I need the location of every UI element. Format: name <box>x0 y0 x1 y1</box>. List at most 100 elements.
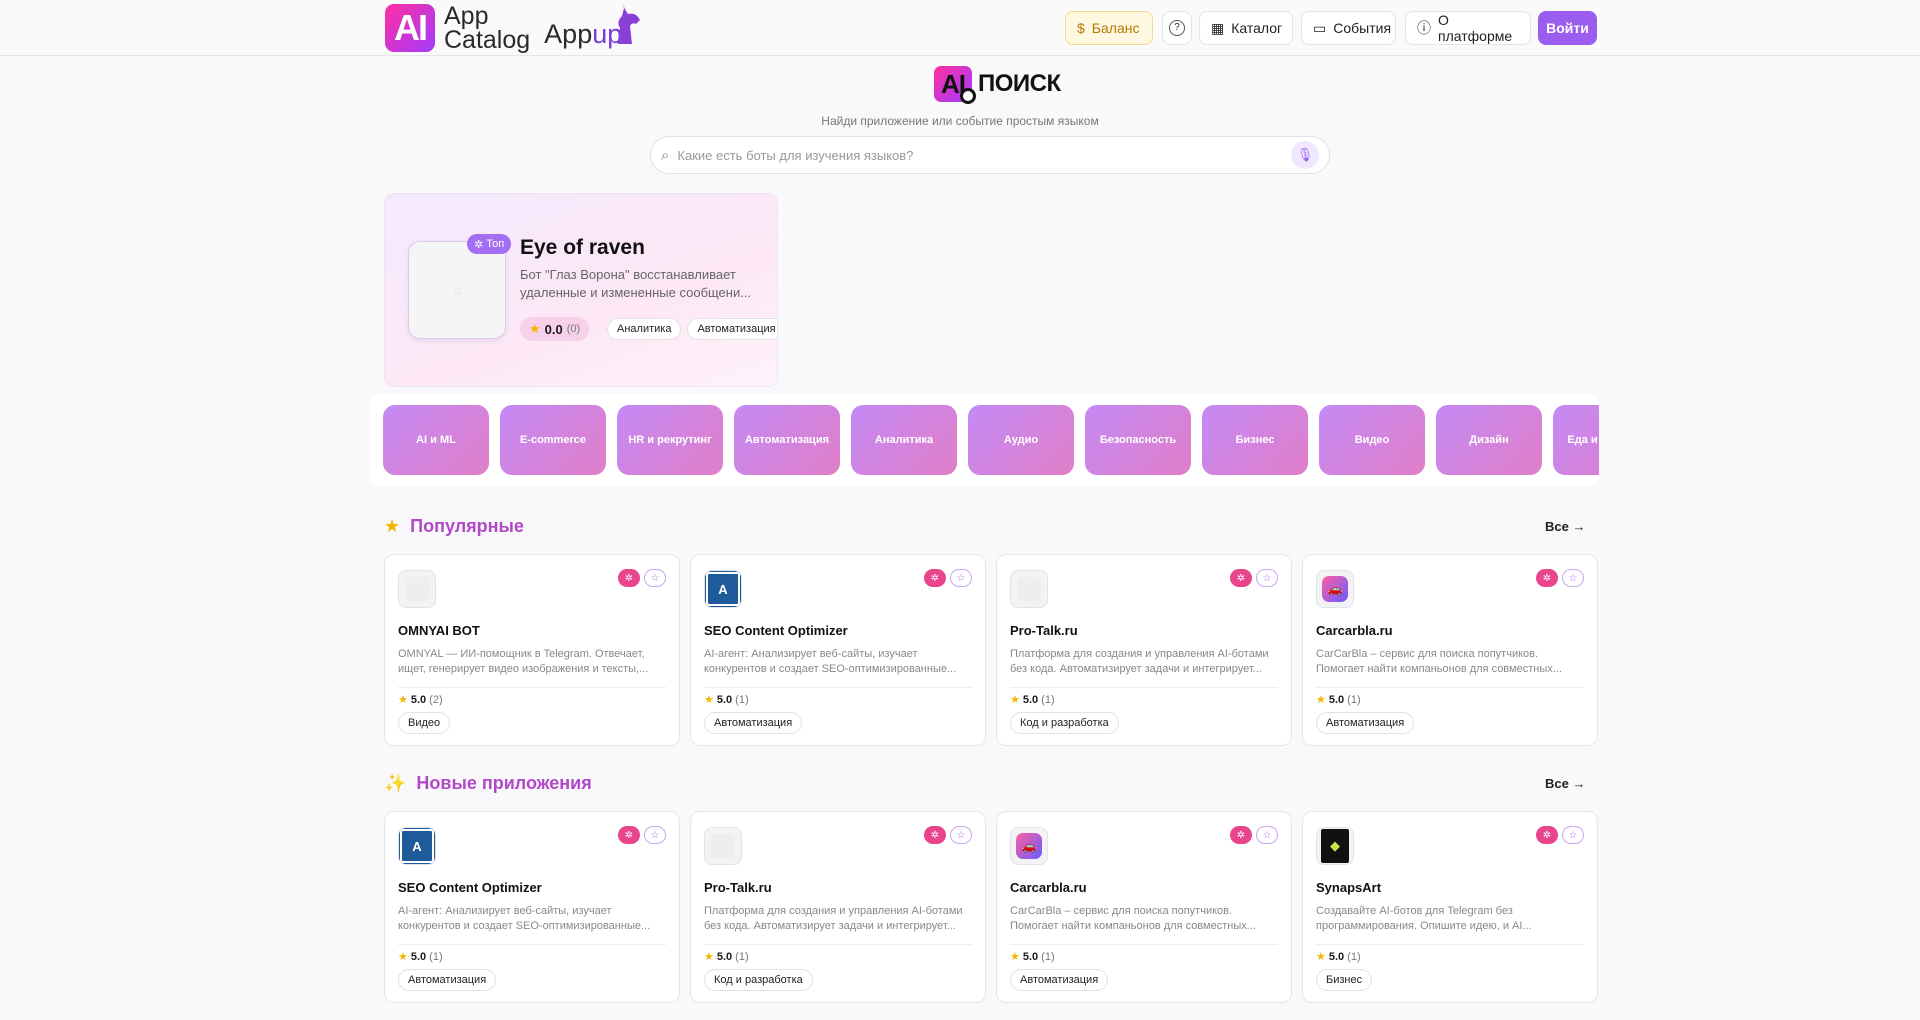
app-category-tag-wrap: Автоматизация <box>398 969 497 991</box>
rating-count: (1) <box>429 950 443 963</box>
info-icon: ⓘ <box>1417 20 1431 36</box>
divider <box>1010 944 1278 945</box>
divider <box>398 944 666 945</box>
search-box: ⌕ 🎙 <box>650 136 1330 174</box>
search-logo-ai: AI <box>934 66 976 104</box>
about-button[interactable]: ⓘ О платформе <box>1405 11 1531 45</box>
featured-card[interactable]: ◌ ✲ Топ Eye of raven Бот "Глаз Ворона" в… <box>384 193 778 387</box>
favorite-star-icon[interactable]: ☆ <box>1562 569 1584 587</box>
app-category-tag[interactable]: Бизнес <box>1316 969 1373 991</box>
category-business[interactable]: Бизнес <box>1202 405 1308 475</box>
favorite-star-icon[interactable]: ☆ <box>644 569 666 587</box>
divider <box>1010 687 1278 688</box>
logo-app: App <box>444 2 489 30</box>
category-ai-ml[interactable]: AI и ML <box>383 405 489 475</box>
app-category-tag[interactable]: Видео <box>398 712 451 734</box>
app-card[interactable]: A ✲ ☆ SEO Content Optimizer AI-агент: Анализ… <box>384 811 680 1003</box>
featured-tag[interactable]: Аналитика <box>607 318 682 340</box>
logo-ai-badge: AI <box>385 4 435 52</box>
app-category-tag[interactable]: Автоматизация <box>704 712 803 734</box>
help-button[interactable]: ? <box>1162 11 1192 45</box>
app-category-tag[interactable]: Код и разработка <box>704 969 813 991</box>
star-icon: ★ <box>704 694 714 706</box>
category-ecommerce[interactable]: E-commerce <box>500 405 606 475</box>
category-hr[interactable]: HR и рекрутинг <box>617 405 723 475</box>
favorite-star-icon[interactable]: ☆ <box>1256 569 1278 587</box>
search-input[interactable] <box>677 147 1291 163</box>
login-button[interactable]: Войти <box>1538 11 1597 45</box>
featured-tag[interactable]: Автоматизация <box>687 318 777 340</box>
app-rating: ★ 5.0 (1) <box>1010 693 1055 707</box>
app-category-tag-wrap: Автоматизация <box>704 712 803 734</box>
category-design[interactable]: Дизайн <box>1436 405 1542 475</box>
app-category-tag[interactable]: Автоматизация <box>1316 712 1415 734</box>
divider <box>1316 944 1584 945</box>
events-button[interactable]: ▭ События <box>1301 11 1396 45</box>
app-rating: ★ 5.0 (2) <box>398 693 443 707</box>
sparkle-icon: ✲ <box>474 238 484 251</box>
sparkle-icon[interactable]: ✲ <box>1536 826 1558 844</box>
category-food[interactable]: Еда и напитки <box>1553 405 1599 475</box>
sparkle-icon[interactable]: ✲ <box>1230 569 1252 587</box>
app-card[interactable]: 🚗 ✲ ☆ Carcarbla.ru CarCarBla – сервис для по… <box>1302 554 1598 746</box>
app-description: CarCarBla – сервис для поиска попутчиков… <box>1316 648 1562 675</box>
catalog-button[interactable]: ▦ Каталог <box>1199 11 1293 45</box>
new-apps-all-label: Все <box>1545 776 1569 791</box>
favorite-star-icon[interactable]: ☆ <box>644 826 666 844</box>
app-card[interactable]: ✲ ☆ Pro-Talk.ru Платформа для создания и уп… <box>996 554 1292 746</box>
category-security[interactable]: Безопасность <box>1085 405 1191 475</box>
rating-value: 5.0 <box>1328 950 1345 963</box>
favorite-star-icon[interactable]: ☆ <box>1562 826 1584 844</box>
microphone-icon[interactable]: 🎙 <box>1291 141 1319 169</box>
app-category-tag[interactable]: Автоматизация <box>1010 969 1109 991</box>
category-automation[interactable]: Автоматизация <box>734 405 840 475</box>
app-card[interactable]: 🚗 ✲ ☆ Carcarbla.ru CarCarBla – сервис для по… <box>996 811 1292 1003</box>
balance-button[interactable]: $ Баланс <box>1065 11 1153 45</box>
star-icon: ★ <box>1010 694 1020 706</box>
featured-image-placeholder: ◌ <box>408 241 506 339</box>
favorite-star-icon[interactable]: ☆ <box>950 826 972 844</box>
app-card[interactable]: ◆ ✲ ☆ SynapsArt Создавайте AI-ботов для Tele… <box>1302 811 1598 1003</box>
sparkle-icon[interactable]: ✲ <box>1230 826 1252 844</box>
app-icon: 🚗 <box>1316 570 1354 608</box>
placeholder-icon <box>1017 577 1041 601</box>
app-description: Платформа для создания и управления AI-б… <box>1010 648 1269 675</box>
magnifier-icon <box>960 88 976 104</box>
app-card[interactable]: ✲ ☆ Pro-Talk.ru Платформа для создания и уп… <box>690 811 986 1003</box>
new-apps-all-link[interactable]: Все → <box>1545 776 1585 791</box>
new-apps-title-text: Новые приложения <box>416 773 592 793</box>
category-analytics[interactable]: Аналитика <box>851 405 957 475</box>
placeholder-icon <box>405 577 429 601</box>
popular-all-link[interactable]: Все → <box>1545 519 1585 534</box>
app-card[interactable]: ✲ ☆ OMNYAI BOT OMNYAL — ИИ-помощник в Teleg… <box>384 554 680 746</box>
app-category-tag[interactable]: Автоматизация <box>398 969 497 991</box>
popular-section-title: ★ Популярные <box>384 516 524 537</box>
search-icon: ⌕ <box>661 146 670 164</box>
app-icon <box>704 827 742 865</box>
app-description: Платформа для создания и управления AI-б… <box>704 905 963 932</box>
category-video[interactable]: Видео <box>1319 405 1425 475</box>
site-logo[interactable]: AI App Catalog Appup <box>385 2 622 54</box>
favorite-star-icon[interactable]: ☆ <box>1256 826 1278 844</box>
sparkle-icon[interactable]: ✲ <box>924 569 946 587</box>
sparkle-icon[interactable]: ✲ <box>618 826 640 844</box>
category-audio[interactable]: Аудио <box>968 405 1074 475</box>
sparkle-icon[interactable]: ✲ <box>1536 569 1558 587</box>
favorite-star-icon[interactable]: ☆ <box>950 569 972 587</box>
star-icon: ★ <box>1010 951 1020 963</box>
logo-text: App Catalog <box>444 2 530 53</box>
rating-count: (1) <box>1347 693 1361 706</box>
sparkle-icon[interactable]: ✲ <box>618 569 640 587</box>
rating-count: (1) <box>1041 693 1055 706</box>
star-icon: ★ <box>1316 951 1326 963</box>
app-rating: ★ 5.0 (1) <box>704 950 749 964</box>
app-card[interactable]: A ✲ ☆ SEO Content Optimizer AI-агент: Анализ… <box>690 554 986 746</box>
rating-value: 5.0 <box>1022 950 1039 963</box>
app-icon: A <box>398 827 436 865</box>
app-category-tag[interactable]: Код и разработка <box>1010 712 1119 734</box>
card-actions: ✲ ☆ <box>618 569 666 587</box>
app-description: CarCarBla – сервис для поиска попутчиков… <box>1010 905 1256 932</box>
sparkle-icon[interactable]: ✲ <box>924 826 946 844</box>
featured-description: Бот "Глаз Ворона" восстанавливает удален… <box>520 267 752 300</box>
balance-label: Баланс <box>1091 20 1140 36</box>
